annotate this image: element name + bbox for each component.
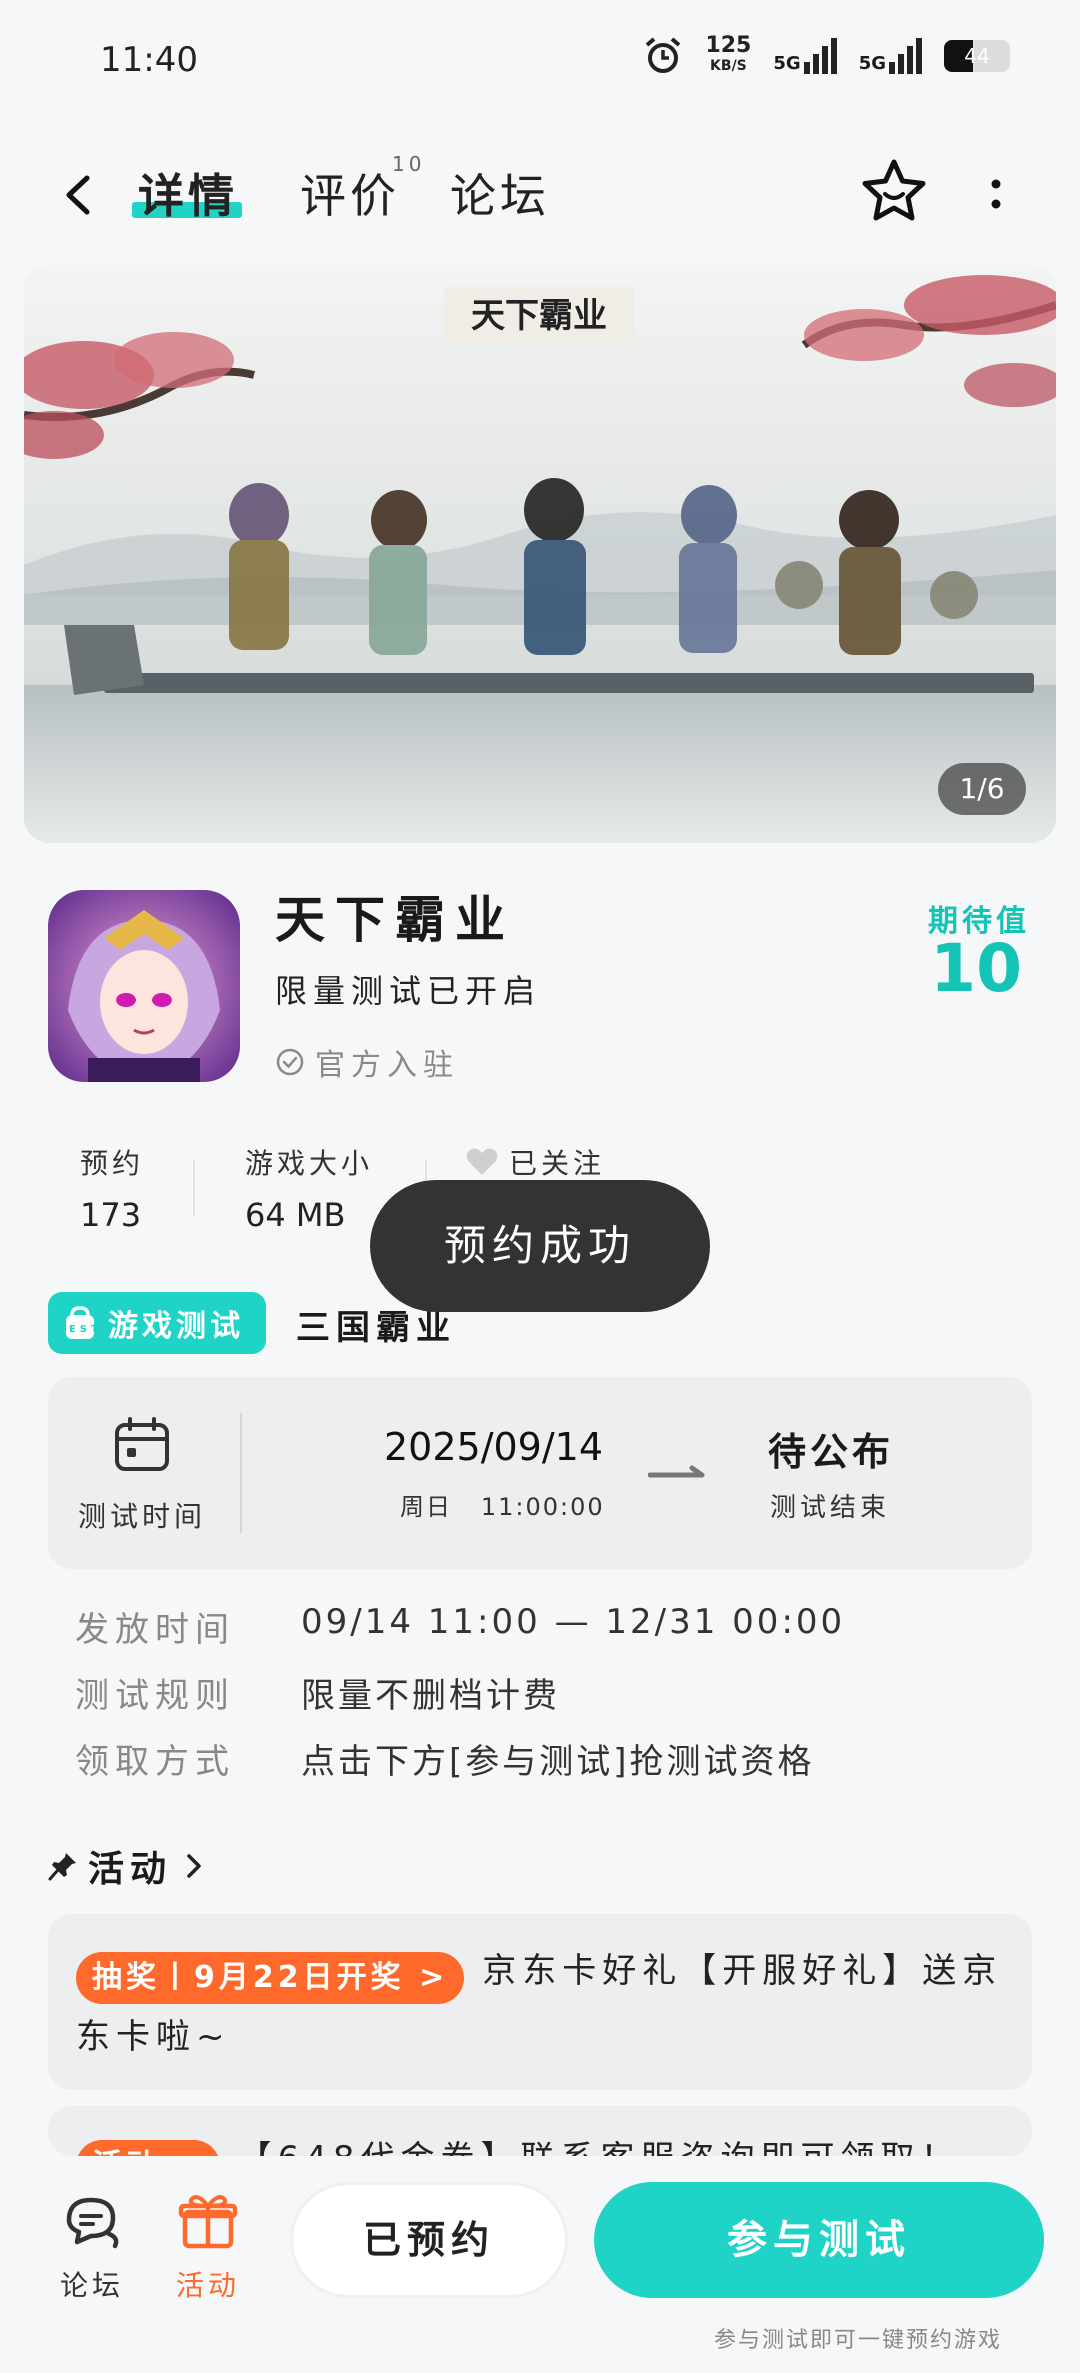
reserve-value: 173: [80, 1196, 142, 1234]
signal-bars-icon: [803, 38, 837, 74]
activity-badge: 活动 >: [76, 2139, 220, 2156]
stat-divider: [193, 1160, 195, 1216]
back-arrow-icon[interactable]: [55, 170, 105, 220]
test-time-card: 测试时间 2025/09/14 周日 11:00:00 待公布 测试结束: [48, 1377, 1032, 1569]
game-test-label: 游戏测试: [108, 1309, 244, 1344]
size-value: 64 MB: [245, 1196, 346, 1234]
join-test-button[interactable]: 参与测试: [594, 2182, 1044, 2298]
more-options-icon[interactable]: [978, 170, 1014, 218]
calendar-icon: [115, 1417, 169, 1471]
size-stat: 游戏大小 64 MB: [245, 1142, 373, 1234]
status-time: 11:40: [100, 40, 198, 80]
follow-button[interactable]: 已关注: [465, 1142, 605, 1182]
battery-icon: 44: [944, 40, 1010, 72]
game-test-tag: TEST 游戏测试: [48, 1292, 266, 1354]
gift-icon: [178, 2195, 238, 2249]
chat-bubble-icon: [66, 2197, 119, 2249]
test-start-time: 11:00:00: [480, 1493, 605, 1521]
expect-value: 10: [930, 930, 1022, 1007]
test-end-title: 待公布: [768, 1430, 895, 1474]
game-title: 天下霸业: [275, 891, 515, 949]
tab-detail-label: 详情: [138, 169, 238, 223]
sim1-label: 5G: [773, 53, 801, 74]
tab-review[interactable]: 评价 10: [300, 152, 421, 226]
arrow-right-icon: [648, 1465, 705, 1478]
activity-heading: 活动: [88, 1849, 173, 1890]
test-time-label: 测试时间: [78, 1500, 207, 1533]
activity-text: 【648代金券】联系客服咨询即可领取！: [238, 2139, 961, 2156]
bottom-nav-activity-label: 活动: [175, 2269, 240, 2302]
bottom-action-bar: 论坛 活动 已预约 参与测试 参与测试即可一键预约游戏: [0, 2156, 1080, 2373]
tab-detail[interactable]: 详情: [132, 160, 242, 226]
heart-icon: [466, 1148, 498, 1175]
net-speed-unit: KB/S: [710, 58, 747, 74]
test-kettlebell-icon: TEST: [62, 1306, 98, 1339]
check-circle-icon: [276, 1048, 304, 1076]
sim2-label: 5G: [858, 53, 886, 74]
carousel-counter: 1/6: [938, 763, 1026, 815]
banner-artwork: 天下霸业: [24, 265, 1056, 843]
activity-card[interactable]: 抽奖丨9月22日开奖 > 京东卡好礼【开服好礼】送京东卡啦~: [48, 1914, 1032, 2090]
reserve-stat: 预约 173: [80, 1142, 144, 1234]
chevron-right-icon: [187, 1854, 201, 1878]
net-speed: 125 KB/S: [705, 33, 752, 76]
card-divider: [240, 1413, 242, 1533]
tab-forum[interactable]: 论坛: [450, 160, 550, 226]
alarm-icon: [646, 37, 681, 73]
favorite-star-icon[interactable]: [858, 156, 930, 228]
tab-forum-label: 论坛: [450, 169, 550, 223]
info-key: 发放时间: [75, 1610, 235, 1650]
signal-2: 5G: [859, 38, 922, 74]
screenshot-carousel[interactable]: 天下霸业 1/6: [24, 265, 1056, 843]
info-key: 测试规则: [75, 1676, 235, 1716]
info-value: 09/14 11:00 — 12/31 00:00: [301, 1602, 846, 1642]
net-speed-value: 125: [705, 33, 752, 58]
game-subtitle: 限量测试已开启: [275, 972, 542, 1010]
top-nav: 详情 评价 10 论坛: [0, 140, 1080, 250]
info-row-issue-time: 发放时间 09/14 11:00 — 12/31 00:00: [75, 1602, 845, 1651]
activity-card[interactable]: 活动 > 【648代金券】联系客服咨询即可领取！: [48, 2106, 1032, 2156]
test-end-sub: 测试结束: [770, 1493, 891, 1523]
reserve-label: 预约: [80, 1147, 145, 1180]
bottom-nav-forum-label: 论坛: [59, 2269, 124, 2302]
status-bar: 11:40 125 KB/S 5G 5G 44: [0, 0, 1080, 120]
pin-icon: [48, 1853, 76, 1881]
info-row-claim: 领取方式 点击下方[参与测试]抢测试资格: [75, 1734, 815, 1783]
info-row-rules: 测试规则 限量不删档计费: [75, 1668, 560, 1717]
official-label: 官方入驻: [315, 1048, 459, 1083]
status-icons: 125 KB/S 5G 5G 44: [643, 33, 1010, 76]
size-label: 游戏大小: [245, 1147, 374, 1180]
game-icon: [48, 890, 240, 1082]
bottom-nav-forum[interactable]: 论坛: [52, 2190, 132, 2304]
signal-bars-icon: [889, 38, 922, 74]
signal-1: 5G: [773, 38, 837, 74]
reserved-button[interactable]: 已预约: [290, 2182, 568, 2298]
activity-badge: 抽奖丨9月22日开奖 >: [76, 1951, 465, 2004]
official-badge: 官方入驻: [275, 1040, 459, 1084]
review-count-badge: 10: [392, 152, 426, 176]
tab-review-label: 评价: [300, 169, 400, 223]
test-start-date: 2025/09/14: [384, 1425, 604, 1469]
info-key: 领取方式: [75, 1742, 235, 1782]
toast-message: 预约成功: [370, 1180, 710, 1312]
svg-text:TEST: TEST: [62, 1324, 98, 1335]
info-value: 限量不删档计费: [301, 1676, 560, 1716]
battery-level: 44: [964, 44, 990, 68]
info-value: 点击下方[参与测试]抢测试资格: [301, 1742, 815, 1782]
join-test-hint: 参与测试即可一键预约游戏: [714, 2328, 1003, 2353]
follow-label: 已关注: [509, 1147, 606, 1180]
banner-logo-text: 天下霸业: [471, 296, 607, 336]
activity-section-header[interactable]: 活动: [48, 1840, 206, 1892]
test-start-sub: 周日 11:00:00: [400, 1487, 605, 1522]
game-icon-art: [48, 890, 240, 1082]
test-start-weekday: 周日: [400, 1493, 452, 1521]
bottom-nav-activity[interactable]: 活动: [168, 2190, 248, 2304]
